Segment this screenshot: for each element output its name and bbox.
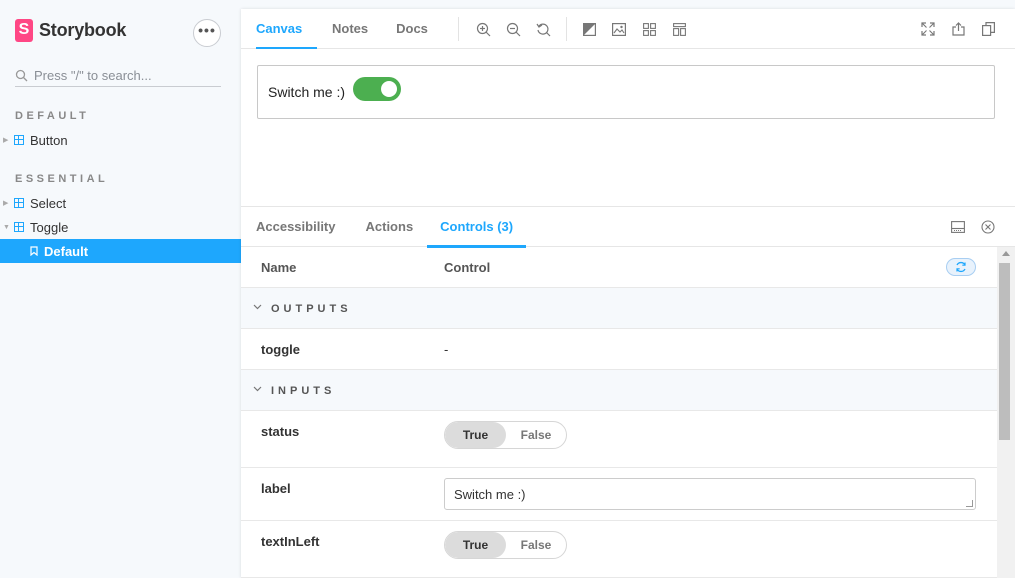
- reset-controls-button[interactable]: [946, 258, 976, 276]
- toggle-switch[interactable]: [353, 77, 402, 101]
- sidebar-item-label: Default: [44, 243, 89, 259]
- brand[interactable]: S Storybook: [15, 18, 126, 42]
- chevron-down-icon: [253, 386, 262, 392]
- sidebar-item-label: Button: [30, 132, 68, 148]
- control-row-label: label Switch me :): [241, 468, 997, 521]
- textinleft-false-option[interactable]: False: [506, 532, 566, 558]
- brand-name: Storybook: [39, 19, 127, 40]
- control-name: label: [261, 481, 291, 496]
- search-input[interactable]: [34, 67, 214, 83]
- canvas-area: Switch me :): [241, 49, 1015, 207]
- tab-controls[interactable]: Controls (3): [427, 207, 527, 248]
- search-icon: [15, 69, 28, 81]
- control-name: toggle: [261, 342, 300, 357]
- control-name: status: [261, 424, 300, 439]
- caret-right-icon: ▶: [3, 137, 9, 144]
- sidebar-item-label: Select: [30, 195, 67, 211]
- bookmark-icon: [30, 246, 38, 256]
- share-icon[interactable]: [950, 21, 966, 37]
- contrast-icon[interactable]: [581, 21, 597, 37]
- control-name: textInLeft: [261, 534, 320, 549]
- image-icon[interactable]: [611, 21, 627, 37]
- control-row-toggle: toggle -: [241, 329, 997, 370]
- section-outputs[interactable]: OUTPUTS: [241, 288, 997, 329]
- outline-icon[interactable]: [671, 21, 687, 37]
- label-text-input[interactable]: Switch me :): [444, 478, 976, 510]
- textinleft-true-option[interactable]: True: [445, 532, 506, 558]
- controls-scrollbar[interactable]: [997, 247, 1015, 578]
- component-icon: [14, 135, 24, 145]
- sidebar-item-label: Toggle: [30, 219, 69, 235]
- sidebar-item-button[interactable]: ▶ Button: [0, 129, 241, 151]
- toolbar: Canvas Notes Docs: [241, 9, 1015, 50]
- tab-accessibility[interactable]: Accessibility: [256, 207, 336, 247]
- search-bar: [15, 64, 221, 87]
- scroll-up-icon[interactable]: [1002, 251, 1010, 256]
- settings-menu-button[interactable]: •••: [193, 19, 221, 47]
- zoom-in-icon[interactable]: [475, 21, 491, 37]
- main-panel: Canvas Notes Docs Switch me :) Accessibi…: [241, 9, 1015, 578]
- status-boolean-control: True False: [444, 421, 567, 449]
- tab-docs[interactable]: Docs: [396, 9, 428, 49]
- ellipsis-icon: •••: [198, 22, 216, 38]
- caret-down-icon: ▼: [3, 223, 10, 231]
- tab-actions[interactable]: Actions: [366, 207, 414, 247]
- addon-tabs: Accessibility Actions Controls (3): [241, 207, 1015, 248]
- storybook-logo-icon: S: [15, 18, 33, 42]
- chevron-down-icon: [253, 304, 262, 310]
- header-name: Name: [261, 260, 297, 275]
- refresh-icon: [956, 261, 966, 273]
- toggle-knob: [381, 81, 398, 97]
- preview-frame: Switch me :): [257, 65, 995, 119]
- header-control: Control: [444, 260, 491, 275]
- sidebar-item-default-story[interactable]: Default: [0, 239, 241, 263]
- tab-canvas[interactable]: Canvas: [256, 9, 317, 50]
- caret-right-icon: ▶: [3, 200, 9, 207]
- fullscreen-icon[interactable]: [920, 21, 936, 37]
- textinleft-boolean-control: True False: [444, 531, 567, 559]
- toolbar-divider: [566, 17, 567, 41]
- status-false-option[interactable]: False: [506, 422, 566, 448]
- sidebar: S Storybook ••• DEFAULT ▶ Button ESSENTI…: [0, 0, 241, 578]
- controls-header-row: Name Control: [241, 247, 997, 288]
- control-value: -: [444, 342, 449, 357]
- sidebar-item-toggle[interactable]: ▼ Toggle: [0, 216, 241, 238]
- toolbar-divider: [457, 16, 459, 41]
- control-row-status: status True False: [241, 411, 997, 468]
- control-row-textinleft: textInLeft True False: [241, 521, 997, 578]
- panel-position-icon[interactable]: [950, 219, 966, 235]
- resize-handle-icon[interactable]: [966, 500, 973, 507]
- sidebar-item-select[interactable]: ▶ Select: [0, 192, 241, 214]
- zoom-reset-icon[interactable]: [535, 21, 551, 37]
- controls-table: Name Control OUTPUTS toggle - INPUTS sta…: [241, 247, 997, 578]
- zoom-out-icon[interactable]: [505, 21, 521, 37]
- status-true-option[interactable]: True: [445, 422, 506, 448]
- preview-label: Switch me :): [268, 84, 346, 100]
- section-label: OUTPUTS: [271, 303, 352, 315]
- group-label-essential: ESSENTIAL: [15, 173, 109, 185]
- label-text-value: Switch me :): [454, 486, 526, 502]
- grid-icon[interactable]: [641, 21, 657, 37]
- close-panel-icon[interactable]: [980, 219, 996, 235]
- scroll-thumb[interactable]: [999, 263, 1010, 440]
- tab-notes[interactable]: Notes: [332, 9, 368, 49]
- copy-icon[interactable]: [980, 21, 996, 37]
- section-label: INPUTS: [271, 385, 336, 397]
- section-inputs[interactable]: INPUTS: [241, 370, 997, 411]
- component-icon: [14, 198, 24, 208]
- group-label-default: DEFAULT: [15, 110, 90, 122]
- component-icon: [14, 222, 24, 232]
